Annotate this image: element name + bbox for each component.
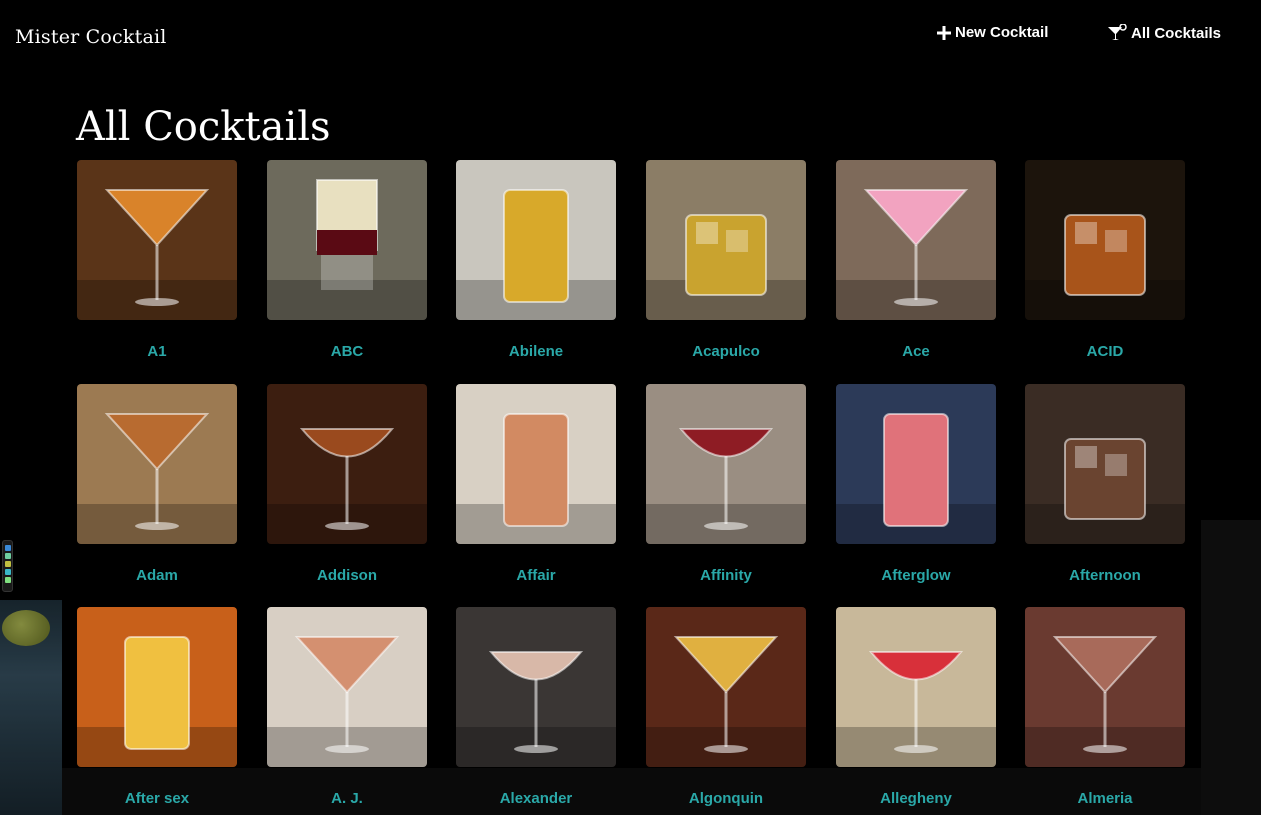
cocktail-name[interactable]: A. J. <box>267 790 427 807</box>
all-cocktails-link[interactable]: All Cocktails <box>1107 24 1221 42</box>
cocktail-image[interactable] <box>836 160 996 320</box>
cocktail-illustration <box>267 384 427 544</box>
olive-decoration <box>2 610 50 646</box>
cocktail-image[interactable] <box>456 160 616 320</box>
cocktail-image[interactable] <box>77 607 237 767</box>
background-photo-left <box>0 600 62 815</box>
cocktail-card[interactable]: Afternoon <box>1025 384 1185 584</box>
cocktail-name[interactable]: Afterglow <box>836 567 996 584</box>
brand-logo[interactable]: Mister Cocktail <box>15 26 167 48</box>
cocktail-illustration <box>1025 607 1185 767</box>
cocktail-name[interactable]: ACID <box>1025 343 1185 360</box>
cocktail-illustration <box>77 607 237 767</box>
cocktail-image[interactable] <box>646 160 806 320</box>
cocktail-illustration <box>267 160 427 320</box>
cocktail-illustration <box>77 160 237 320</box>
cocktail-illustration <box>836 160 996 320</box>
cocktail-illustration <box>646 607 806 767</box>
cocktail-card[interactable]: Allegheny <box>836 607 996 807</box>
cocktail-card[interactable]: Addison <box>267 384 427 584</box>
cocktail-name[interactable]: A1 <box>77 343 237 360</box>
cocktail-image[interactable] <box>77 384 237 544</box>
cocktail-illustration <box>646 160 806 320</box>
cocktail-name[interactable]: ABC <box>267 343 427 360</box>
cocktail-illustration <box>456 160 616 320</box>
side-tool-widget[interactable] <box>2 540 13 592</box>
cocktail-illustration <box>456 607 616 767</box>
cocktail-card[interactable]: After sex <box>77 607 237 807</box>
cocktail-image[interactable] <box>646 607 806 767</box>
cocktail-name[interactable]: Algonquin <box>646 790 806 807</box>
cocktail-card[interactable]: Abilene <box>456 160 616 360</box>
cocktail-card[interactable]: Almeria <box>1025 607 1185 807</box>
cocktail-image[interactable] <box>267 384 427 544</box>
cocktail-name[interactable]: Alexander <box>456 790 616 807</box>
cocktail-name[interactable]: Addison <box>267 567 427 584</box>
cocktail-card[interactable]: A. J. <box>267 607 427 807</box>
cocktail-illustration <box>646 384 806 544</box>
plus-icon <box>937 25 951 40</box>
cocktail-card[interactable]: Afterglow <box>836 384 996 584</box>
cocktail-illustration <box>267 607 427 767</box>
cocktail-illustration <box>836 384 996 544</box>
cocktail-card[interactable]: Acapulco <box>646 160 806 360</box>
cocktail-name[interactable]: Allegheny <box>836 790 996 807</box>
cocktail-card[interactable]: ACID <box>1025 160 1185 360</box>
cocktail-glass-icon <box>1108 24 1127 40</box>
cocktail-card[interactable]: Adam <box>77 384 237 584</box>
cocktail-name[interactable]: After sex <box>77 790 237 807</box>
cocktail-card[interactable]: A1 <box>77 160 237 360</box>
cocktail-image[interactable] <box>456 384 616 544</box>
all-cocktails-label: All Cocktails <box>1131 24 1222 42</box>
cocktail-image[interactable] <box>267 607 427 767</box>
cocktail-name[interactable]: Affair <box>456 567 616 584</box>
page-title: All Cocktails <box>76 104 331 150</box>
cocktail-name[interactable]: Ace <box>836 343 996 360</box>
cocktail-image[interactable] <box>267 160 427 320</box>
cocktail-illustration <box>456 384 616 544</box>
new-cocktail-label: New Cocktail <box>955 24 1049 41</box>
cocktail-card[interactable]: Algonquin <box>646 607 806 807</box>
cocktail-illustration <box>836 607 996 767</box>
cocktail-card[interactable]: ABC <box>267 160 427 360</box>
cocktail-name[interactable]: Almeria <box>1025 790 1185 807</box>
background-photo-right <box>1201 520 1261 815</box>
cocktail-card[interactable]: Affinity <box>646 384 806 584</box>
cocktail-name[interactable]: Acapulco <box>646 343 806 360</box>
cocktail-image[interactable] <box>77 160 237 320</box>
cocktail-illustration <box>1025 384 1185 544</box>
cocktail-image[interactable] <box>1025 160 1185 320</box>
new-cocktail-link[interactable]: New Cocktail <box>937 24 1048 41</box>
cocktail-name[interactable]: Abilene <box>456 343 616 360</box>
cocktail-card[interactable]: Ace <box>836 160 996 360</box>
cocktail-illustration <box>1025 160 1185 320</box>
cocktail-image[interactable] <box>1025 384 1185 544</box>
cocktail-image[interactable] <box>836 384 996 544</box>
cocktail-card[interactable]: Affair <box>456 384 616 584</box>
cocktail-image[interactable] <box>1025 607 1185 767</box>
cocktail-name[interactable]: Affinity <box>646 567 806 584</box>
cocktail-illustration <box>77 384 237 544</box>
cocktail-image[interactable] <box>456 607 616 767</box>
cocktail-image[interactable] <box>646 384 806 544</box>
cocktail-name[interactable]: Afternoon <box>1025 567 1185 584</box>
cocktail-image[interactable] <box>836 607 996 767</box>
cocktail-name[interactable]: Adam <box>77 567 237 584</box>
cocktail-card[interactable]: Alexander <box>456 607 616 807</box>
